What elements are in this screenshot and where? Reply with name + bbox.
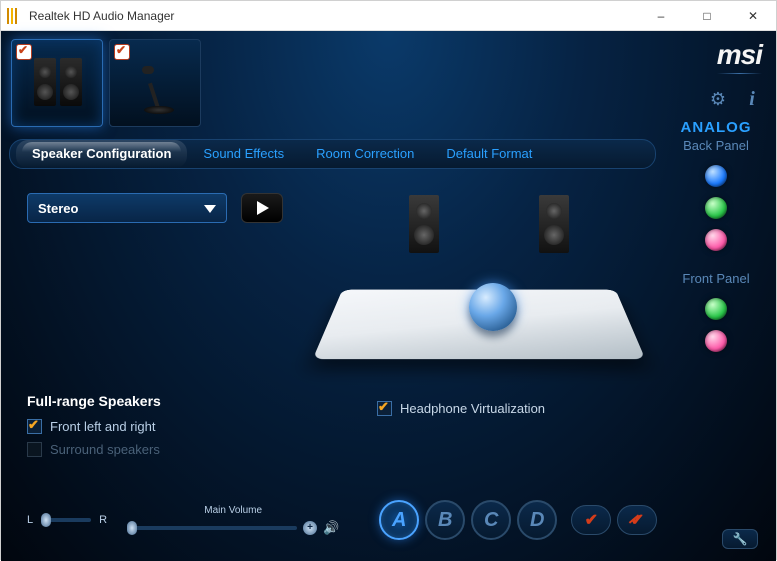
- jack-back-linein[interactable]: [705, 165, 727, 187]
- back-panel-jacks: [664, 165, 768, 251]
- tab-default-format[interactable]: Default Format: [430, 140, 548, 168]
- settings-button[interactable]: ⚙: [708, 89, 728, 109]
- preset-b[interactable]: B: [425, 500, 465, 540]
- balance-left-label: L: [27, 514, 33, 526]
- fullrange-row-surround: Surround speakers: [27, 442, 161, 457]
- balance-right-label: R: [99, 514, 107, 526]
- main-volume-boost-button[interactable]: +: [303, 521, 317, 535]
- analog-heading: ANALOG: [664, 119, 768, 136]
- stage-speaker-left[interactable]: [409, 195, 439, 253]
- check-icon: ✔: [585, 510, 598, 530]
- mute-button[interactable]: 🔊: [323, 520, 339, 536]
- bottom-bar: L R Main Volume + 🔊 A B C D ✔ ✔: [27, 497, 656, 543]
- preset-a[interactable]: A: [379, 500, 419, 540]
- speakers-icon: [34, 58, 82, 106]
- minimize-button[interactable]: –: [638, 1, 684, 30]
- headphone-virtualization-row: Headphone Virtualization: [377, 401, 545, 416]
- fullrange-row-front: Front left and right: [27, 419, 161, 434]
- jack-front-headphone[interactable]: [705, 298, 727, 320]
- device-microphone-checkbox[interactable]: [114, 44, 130, 60]
- tab-content: Stereo Full-range Speakers Front left an…: [9, 181, 656, 553]
- test-play-button[interactable]: [241, 193, 283, 223]
- close-button[interactable]: ✕: [730, 1, 776, 30]
- maximize-button[interactable]: □: [684, 1, 730, 30]
- main-tab-bar: Speaker Configuration Sound Effects Room…: [9, 139, 656, 169]
- right-panel: ⚙ i ANALOG Back Panel Front Panel 🔧: [664, 87, 768, 553]
- balance-control: L R: [27, 514, 107, 526]
- fullrange-heading: Full-range Speakers: [27, 393, 161, 409]
- tab-speaker-configuration[interactable]: Speaker Configuration: [16, 140, 187, 168]
- back-panel-label: Back Panel: [664, 138, 768, 153]
- window-titlebar: Realtek HD Audio Manager – □ ✕: [1, 1, 776, 31]
- device-tab-speakers[interactable]: [11, 39, 103, 127]
- device-tab-microphone[interactable]: [109, 39, 201, 127]
- front-panel-jacks: [664, 298, 768, 352]
- profile-apply-button[interactable]: ✔: [571, 505, 611, 535]
- tab-room-correction[interactable]: Room Correction: [300, 140, 430, 168]
- front-panel-label: Front Panel: [664, 271, 768, 286]
- preset-buttons: A B C D: [379, 500, 557, 540]
- device-tabs: [11, 39, 201, 127]
- info-button[interactable]: i: [742, 89, 762, 109]
- device-speakers-checkbox[interactable]: [16, 44, 32, 60]
- headphone-virtualization-label: Headphone Virtualization: [400, 401, 545, 416]
- profile-buttons: ✔ ✔: [571, 505, 657, 535]
- speaker-stage: [329, 191, 629, 391]
- fullrange-front-label: Front left and right: [50, 419, 156, 434]
- jack-back-speakers[interactable]: [705, 197, 727, 219]
- speaker-config-dropdown[interactable]: Stereo: [27, 193, 227, 223]
- jack-front-mic[interactable]: [705, 330, 727, 352]
- main-volume: Main Volume + 🔊: [127, 505, 339, 536]
- preset-d[interactable]: D: [517, 500, 557, 540]
- listener-orb: [469, 283, 517, 331]
- app-body: msi Speaker Configuration Sound Effects …: [1, 31, 776, 561]
- msi-logo: msi: [717, 39, 762, 74]
- fullrange-section: Full-range Speakers Front left and right…: [27, 393, 161, 465]
- connector-settings-button[interactable]: 🔧: [722, 529, 758, 549]
- dropdown-value: Stereo: [38, 201, 78, 216]
- main-volume-slider[interactable]: [127, 526, 297, 530]
- fullrange-surround-label: Surround speakers: [50, 442, 160, 457]
- stage-speaker-right[interactable]: [539, 195, 569, 253]
- balance-slider[interactable]: [41, 518, 91, 522]
- microphone-icon: [134, 64, 178, 114]
- window-title: Realtek HD Audio Manager: [29, 9, 638, 23]
- main-volume-label: Main Volume: [127, 505, 339, 516]
- app-icon: [7, 8, 23, 24]
- fullrange-front-checkbox[interactable]: [27, 419, 42, 434]
- tab-sound-effects[interactable]: Sound Effects: [187, 140, 300, 168]
- preset-c[interactable]: C: [471, 500, 511, 540]
- jack-back-mic[interactable]: [705, 229, 727, 251]
- headphone-virtualization-checkbox[interactable]: [377, 401, 392, 416]
- fullrange-surround-checkbox: [27, 442, 42, 457]
- profile-edit-button[interactable]: ✔: [617, 505, 657, 535]
